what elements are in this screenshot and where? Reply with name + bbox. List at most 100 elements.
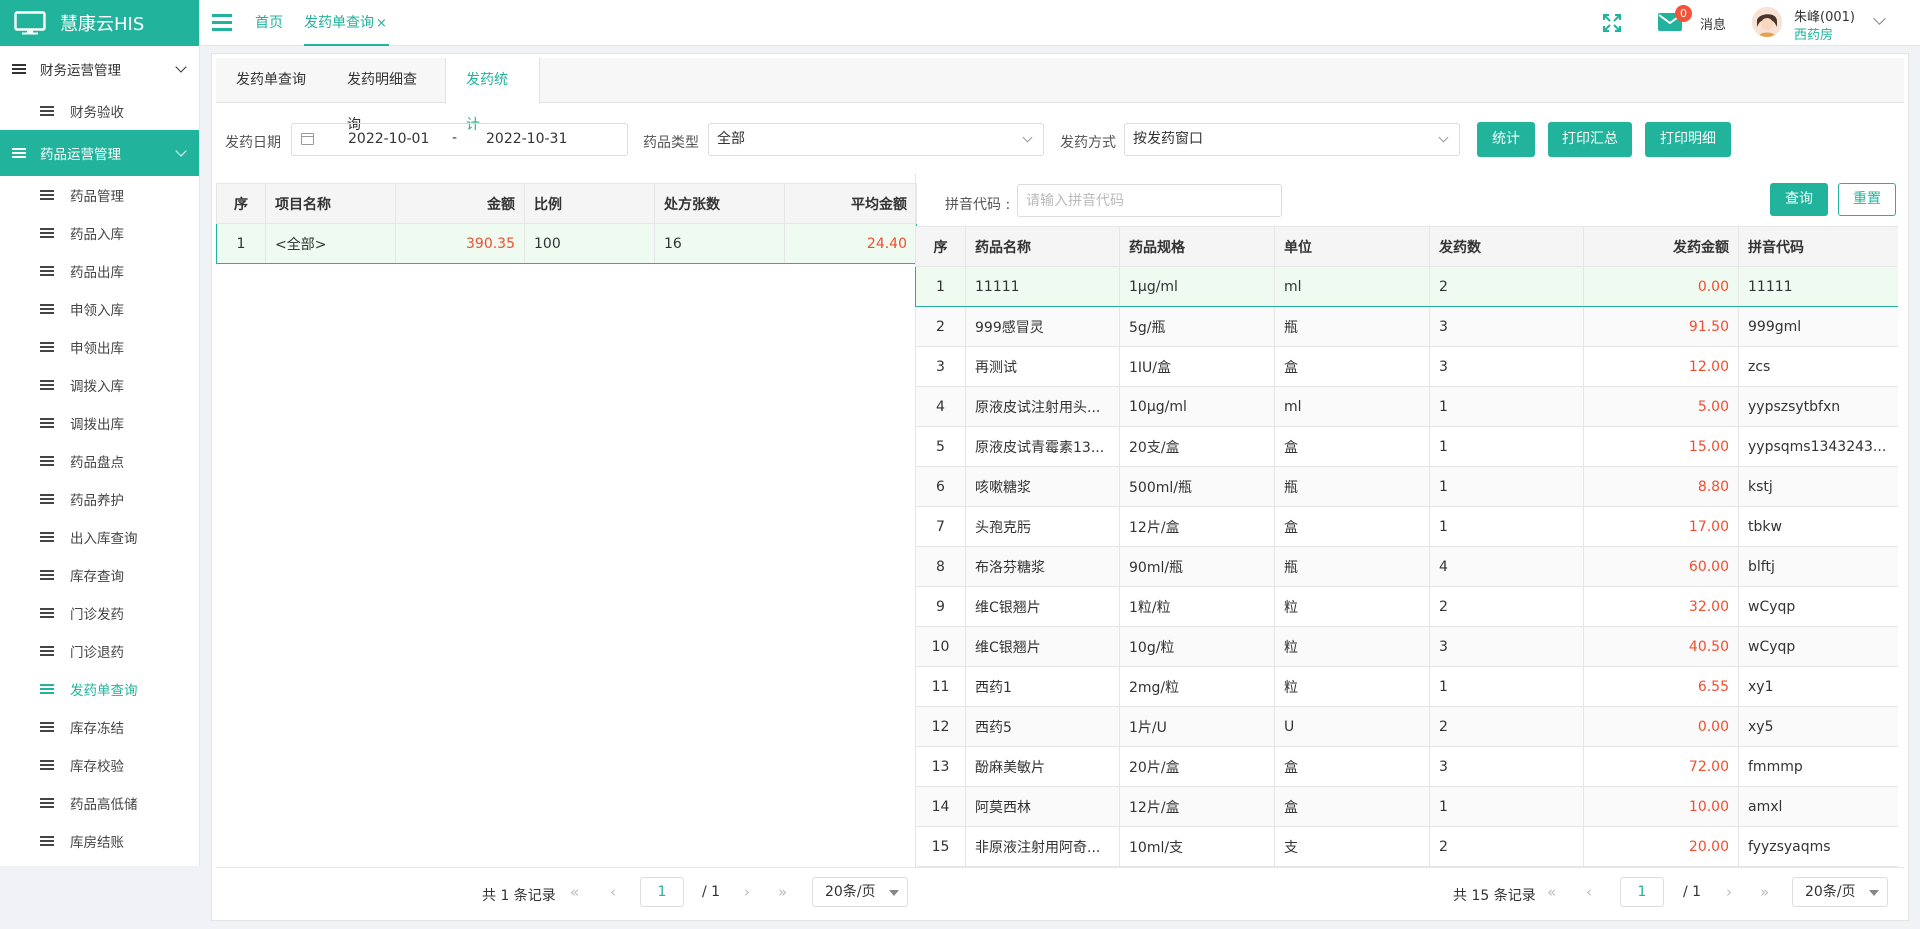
drug-type-select[interactable]: 全部	[708, 123, 1044, 156]
query-button[interactable]: 查询	[1770, 183, 1828, 216]
sidebar-item[interactable]: 调拨出库	[0, 404, 199, 442]
chevron-down-icon[interactable]	[1873, 12, 1886, 25]
column-header-prescription-count[interactable]: 处方张数	[654, 183, 785, 224]
detail-table-container: 序药品名称 药品规格 单位 发药数 发药金额 拼音代码 1 11111 1μg/ml ml 2 0.…	[915, 226, 1898, 867]
sidebar-item[interactable]: 药品管理	[0, 176, 199, 214]
date-range-picker[interactable]: 2022-10-01 - 2022-10-31	[291, 123, 628, 156]
avatar[interactable]	[1752, 7, 1782, 37]
cell-pinyin-code: wCyqp	[1738, 586, 1898, 627]
sidebar-item[interactable]: 库存查询	[0, 556, 199, 594]
detail-row[interactable]: 3 再测试 1IU/盒盒 3 12.00 zcs	[915, 346, 1898, 387]
last-page-icon[interactable]: »	[1760, 883, 1769, 901]
menu-group-drug-ops[interactable]: 药品运营管理	[0, 130, 199, 176]
column-header-drug-name[interactable]: 药品名称	[965, 226, 1120, 267]
date-separator: -	[452, 130, 458, 146]
cell-dispense-amount: 40.50	[1583, 626, 1739, 667]
method-select[interactable]: 按发药窗口	[1124, 123, 1460, 156]
stat-button[interactable]: 统计	[1477, 122, 1535, 157]
sidebar-item[interactable]: 药品养护	[0, 480, 199, 518]
detail-row[interactable]: 7 头孢克肟 12片/盒盒 1 17.00 tbkw	[915, 506, 1898, 547]
sidebar-item-label: 门诊发药	[70, 607, 124, 623]
sidebar-item[interactable]: 门诊发药	[0, 594, 199, 632]
detail-row[interactable]: 8 布洛芬糖浆 90ml/瓶瓶 4 60.00 blftj	[915, 546, 1898, 587]
sidebar-item[interactable]: 门诊退药	[0, 632, 199, 670]
sidebar-item-label: 库房结账	[70, 835, 124, 851]
column-header-dispense-qty[interactable]: 发药数	[1429, 226, 1584, 267]
column-header-item-name[interactable]: 项目名称	[265, 183, 396, 224]
cell-drug-name: 西药5	[965, 706, 1120, 747]
sidebar-item[interactable]: 库房结账	[0, 822, 199, 860]
tab-dispense-detail[interactable]: 发药明细查询	[327, 58, 445, 133]
chevron-down-icon	[1438, 132, 1449, 143]
next-page-icon[interactable]: ›	[1726, 883, 1732, 901]
date-label: 发药日期	[225, 135, 281, 151]
pinyin-label: 拼音代码 :	[945, 197, 1011, 213]
tab-dispense-list[interactable]: 发药单查询	[216, 58, 327, 103]
detail-row[interactable]: 9 维C银翘片 1粒/粒粒 2 32.00 wCyqp	[915, 586, 1898, 627]
sidebar-item[interactable]: 出入库查询	[0, 518, 199, 556]
sidebar-item[interactable]: 申领入库	[0, 290, 199, 328]
main-panel: 发药单查询 发药明细查询 发药统计 发药日期 2022-10-01 - 2022…	[211, 53, 1909, 921]
detail-row[interactable]: 13 酚麻美敏片 20片/盒盒 3 72.00 fmmmp	[915, 746, 1898, 787]
cell-drug-name: 阿莫西林	[965, 786, 1120, 827]
sidebar-item[interactable]: 库存校验	[0, 746, 199, 784]
cell-drug-name: 原液皮试青霉素13...	[965, 426, 1120, 467]
detail-row[interactable]: 10 维C银翘片 10g/粒粒 3 40.50 wCyqp	[915, 626, 1898, 667]
sidebar-item[interactable]: 发药单查询	[0, 670, 199, 708]
detail-row[interactable]: 6 咳嗽糖浆 500ml/瓶瓶 1 8.80 kstj	[915, 466, 1898, 507]
detail-row[interactable]: 11 西药1 2mg/粒粒 1 6.55 xy1	[915, 666, 1898, 707]
tab-dispense-query[interactable]: 发药单查询 ×	[304, 0, 389, 46]
fullscreen-icon[interactable]	[1603, 14, 1621, 32]
column-header-ratio[interactable]: 比例	[524, 183, 655, 224]
column-header-dispense-amount[interactable]: 发药金额	[1583, 226, 1739, 267]
sidebar-item[interactable]: 药品出库	[0, 252, 199, 290]
tab-home[interactable]: 首页	[255, 0, 283, 46]
message-label[interactable]: 消息	[1700, 14, 1726, 33]
column-header-avg-amount[interactable]: 平均金额	[784, 183, 917, 224]
detail-row[interactable]: 4 原液皮试注射用头... 10μg/ml ml 1 5.00 yypszsytbfxn	[915, 386, 1898, 427]
column-header-index[interactable]: 序	[915, 226, 966, 267]
sidebar-item[interactable]: 申领出库	[0, 328, 199, 366]
tab-dispense-stats[interactable]: 发药统计	[445, 58, 540, 133]
column-header-drug-spec[interactable]: 药品规格	[1119, 226, 1275, 267]
sidebar-item[interactable]: 调拨入库	[0, 366, 199, 404]
cell-drug-name: 头孢克肟	[965, 506, 1120, 547]
cell-drug-name: 咳嗽糖浆	[965, 466, 1120, 507]
detail-row[interactable]: 15 非原液注射用阿奇... 10ml/支支 2 20.00 fyyzsyaqms	[915, 826, 1898, 867]
column-header-pinyin-code[interactable]: 拼音代码	[1738, 226, 1898, 267]
column-header-amount[interactable]: 金额	[395, 183, 525, 224]
column-header-index[interactable]: 序	[216, 183, 266, 224]
print-summary-button[interactable]: 打印汇总	[1548, 122, 1632, 157]
column-header-unit[interactable]: 单位	[1274, 226, 1430, 267]
page-size-select[interactable]: 20条/页	[1792, 877, 1888, 907]
menu-toggle-icon[interactable]	[212, 14, 232, 32]
detail-row[interactable]: 14 阿莫西林 12片/盒盒 1 10.00 amxl	[915, 786, 1898, 827]
menu-group-finance[interactable]: 财务运营管理	[0, 46, 199, 92]
detail-row[interactable]: 1 11111 1μg/ml ml 2 0.00 11111	[915, 266, 1898, 307]
cell-dispense-qty: 3	[1429, 346, 1584, 387]
close-icon[interactable]: ×	[376, 16, 387, 31]
date-end[interactable]: 2022-10-31	[486, 131, 567, 147]
detail-row[interactable]: 2 999感冒灵 5g/瓶瓶 3 91.50 999gml	[915, 306, 1898, 347]
sidebar-item[interactable]: 药品入库	[0, 214, 199, 252]
page-input[interactable]: 1	[1620, 877, 1664, 907]
first-page-icon[interactable]: «	[1547, 883, 1556, 901]
cell-pinyin-code: tbkw	[1738, 506, 1898, 547]
sidebar-item-finance-acceptance[interactable]: 财务验收	[0, 92, 199, 130]
print-detail-button[interactable]: 打印明细	[1645, 122, 1731, 157]
drug-type-value: 全部	[717, 131, 745, 147]
detail-row[interactable]: 12 西药5 1片/U U 2 0.00 xy5	[915, 706, 1898, 747]
sidebar-item[interactable]: 药品高低储	[0, 784, 199, 822]
sidebar-item[interactable]: 库存冻结	[0, 708, 199, 746]
detail-row[interactable]: 5 原液皮试青霉素13... 20支/盒盒 1 15.00 yypsqms1343243.…	[915, 426, 1898, 467]
sub-tabs: 发药单查询 发药明细查询 发药统计	[216, 58, 1904, 133]
reset-button[interactable]: 重置	[1838, 183, 1896, 216]
pinyin-search-input[interactable]	[1017, 184, 1282, 217]
date-start[interactable]: 2022-10-01	[348, 131, 429, 147]
sidebar-item[interactable]: 药品盘点	[0, 442, 199, 480]
sidebar-item-label: 申领出库	[70, 341, 124, 357]
summary-row[interactable]: 1 <全部> 390.35 100 16 24.40	[216, 223, 917, 264]
prev-page-icon[interactable]: ‹	[1586, 883, 1592, 901]
menu-icon	[40, 722, 54, 732]
chevron-down-icon	[175, 145, 187, 157]
